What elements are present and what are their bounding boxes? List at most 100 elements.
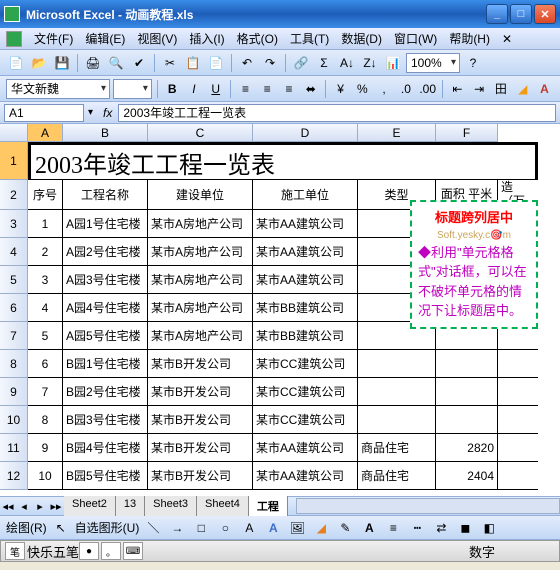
row-7[interactable]: 7	[0, 322, 28, 350]
bold-button[interactable]: B	[163, 79, 182, 99]
cell-con[interactable]: 某市CC建筑公司	[253, 406, 358, 434]
sheet-tab-工程[interactable]: 工程	[249, 496, 288, 516]
col-f[interactable]: F	[436, 124, 498, 142]
shadow-icon[interactable]: ◼	[455, 518, 475, 538]
spell-button[interactable]: ✔	[129, 53, 149, 73]
dash-icon[interactable]: ┅	[407, 518, 427, 538]
line-color-icon[interactable]: ✎	[335, 518, 355, 538]
cell-seq[interactable]: 10	[28, 462, 63, 490]
row-12[interactable]: 12	[0, 462, 28, 490]
help-button[interactable]: ?	[463, 53, 483, 73]
redo-button[interactable]: ↷	[260, 53, 280, 73]
cell-dev[interactable]: 某市B开发公司	[148, 434, 253, 462]
tab-next-button[interactable]: ▸	[32, 498, 48, 514]
cell-con[interactable]: 某市BB建筑公司	[253, 322, 358, 350]
cell-seq[interactable]: 3	[28, 266, 63, 294]
wordart-icon[interactable]: A	[263, 518, 283, 538]
select-arrow-icon[interactable]: ↖	[51, 518, 71, 538]
cell-area[interactable]	[436, 350, 498, 378]
sort-asc-button[interactable]: A↓	[337, 53, 357, 73]
cell-con[interactable]: 某市AA建筑公司	[253, 266, 358, 294]
cell-dev[interactable]: 某市B开发公司	[148, 378, 253, 406]
menu-tools[interactable]: 工具(T)	[284, 28, 335, 49]
maximize-button[interactable]: □	[510, 4, 532, 24]
cell-name[interactable]: B园3号住宅楼	[63, 406, 148, 434]
cell-dev[interactable]: 某市A房地产公司	[148, 294, 253, 322]
font-size-combo[interactable]	[113, 79, 152, 99]
align-right-button[interactable]: ≡	[280, 79, 299, 99]
cell-type[interactable]: 商品住宅	[358, 462, 436, 490]
cell-name[interactable]: B园2号住宅楼	[63, 378, 148, 406]
sheet-tab-13[interactable]: 13	[116, 496, 145, 516]
cell-dev[interactable]: 某市A房地产公司	[148, 238, 253, 266]
row-9[interactable]: 9	[0, 378, 28, 406]
undo-button[interactable]: ↶	[237, 53, 257, 73]
cell-seq[interactable]: 7	[28, 378, 63, 406]
cell-con[interactable]: 某市AA建筑公司	[253, 434, 358, 462]
currency-button[interactable]: ¥	[331, 79, 350, 99]
indent-inc-button[interactable]: ⇥	[470, 79, 489, 99]
cell-extra[interactable]	[498, 350, 538, 378]
menu-window[interactable]: 窗口(W)	[388, 28, 443, 49]
menu-insert[interactable]: 插入(I)	[183, 28, 230, 49]
hdr-seq[interactable]: 序号	[28, 180, 63, 210]
menu-format[interactable]: 格式(O)	[231, 28, 284, 49]
app-icon[interactable]	[6, 31, 22, 47]
cell-dev[interactable]: 某市A房地产公司	[148, 210, 253, 238]
tab-first-button[interactable]: ◂◂	[0, 498, 16, 514]
menu-file[interactable]: 文件(F)	[28, 28, 79, 49]
ime-punct-button[interactable]: 。	[101, 542, 121, 560]
border-button[interactable]: 田	[492, 79, 511, 99]
row-3[interactable]: 3	[0, 210, 28, 238]
hdr-name[interactable]: 工程名称	[63, 180, 148, 210]
cell-type[interactable]: 商品住宅	[358, 434, 436, 462]
col-e[interactable]: E	[358, 124, 436, 142]
cell-con[interactable]: 某市AA建筑公司	[253, 238, 358, 266]
clipart-icon[interactable]: 🖼	[287, 518, 307, 538]
italic-button[interactable]: I	[185, 79, 204, 99]
open-button[interactable]: 📂	[29, 53, 49, 73]
ime-softkbd-button[interactable]: ⌨	[123, 542, 143, 560]
row-6[interactable]: 6	[0, 294, 28, 322]
menu-help[interactable]: 帮助(H)	[443, 28, 496, 49]
comma-button[interactable]: ,	[375, 79, 394, 99]
new-button[interactable]: 📄	[6, 53, 26, 73]
percent-button[interactable]: %	[353, 79, 372, 99]
cell-dev[interactable]: 某市A房地产公司	[148, 266, 253, 294]
cell-extra[interactable]	[498, 378, 538, 406]
cell-con[interactable]: 某市CC建筑公司	[253, 350, 358, 378]
cell-area[interactable]	[436, 378, 498, 406]
cell-name[interactable]: A园5号住宅楼	[63, 322, 148, 350]
font-color-icon[interactable]: A	[359, 518, 379, 538]
paste-button[interactable]: 📄	[206, 53, 226, 73]
cell-name[interactable]: B园5号住宅楼	[63, 462, 148, 490]
cell-seq[interactable]: 6	[28, 350, 63, 378]
link-button[interactable]: 🔗	[291, 53, 311, 73]
draw-menu[interactable]: 绘图(R)	[6, 519, 47, 536]
row-10[interactable]: 10	[0, 406, 28, 434]
h-scrollbar[interactable]	[296, 498, 560, 514]
ime-fullwidth-button[interactable]: ●	[79, 542, 99, 560]
align-left-button[interactable]: ≡	[236, 79, 255, 99]
underline-button[interactable]: U	[206, 79, 225, 99]
sheet-tab-Sheet2[interactable]: Sheet2	[64, 496, 116, 516]
cell-dev[interactable]: 某市A房地产公司	[148, 322, 253, 350]
line-style-icon[interactable]: ≡	[383, 518, 403, 538]
dec-decimal-button[interactable]: .00	[418, 79, 437, 99]
dropdown-icon[interactable]: ▾	[84, 107, 97, 118]
row-11[interactable]: 11	[0, 434, 28, 462]
cell-type[interactable]	[358, 350, 436, 378]
cell-con[interactable]: 某市CC建筑公司	[253, 378, 358, 406]
sheet-tab-Sheet3[interactable]: Sheet3	[145, 496, 197, 516]
cell-type[interactable]	[358, 406, 436, 434]
doc-close-button[interactable]: ✕	[496, 30, 518, 48]
align-center-button[interactable]: ≡	[258, 79, 277, 99]
arrow-style-icon[interactable]: ⇄	[431, 518, 451, 538]
fill-color-button[interactable]: ◢	[513, 79, 532, 99]
oval-icon[interactable]: ○	[215, 518, 235, 538]
cell-seq[interactable]: 2	[28, 238, 63, 266]
sort-desc-button[interactable]: Z↓	[360, 53, 380, 73]
cell-seq[interactable]: 8	[28, 406, 63, 434]
autoshape-menu[interactable]: 自选图形(U)	[75, 519, 140, 536]
row-4[interactable]: 4	[0, 238, 28, 266]
